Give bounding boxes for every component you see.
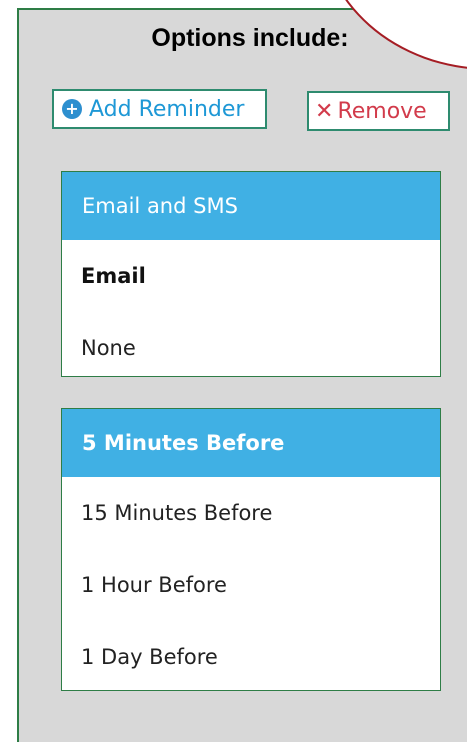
reminder-option-15-min[interactable]: 15 Minutes Before <box>62 477 440 549</box>
plus-circle-icon: + <box>62 99 82 119</box>
notification-option-none[interactable]: None <box>62 312 440 384</box>
x-icon: ✕ <box>315 98 334 124</box>
reminder-option-1-day[interactable]: 1 Day Before <box>62 621 440 693</box>
notification-option-email[interactable]: Email <box>62 240 440 312</box>
notification-option-selected[interactable]: Email and SMS <box>62 172 440 240</box>
reminder-option-selected[interactable]: 5 Minutes Before <box>62 409 440 477</box>
options-heading: Options include: <box>151 24 349 52</box>
remove-label: Remove <box>337 98 427 124</box>
notification-type-dropdown[interactable]: Email and SMS Email None <box>61 171 441 377</box>
add-reminder-button[interactable]: + Add Reminder <box>52 89 267 129</box>
remove-button[interactable]: ✕ Remove <box>307 91 450 131</box>
reminder-option-1-hour[interactable]: 1 Hour Before <box>62 549 440 621</box>
reminder-time-dropdown[interactable]: 5 Minutes Before 15 Minutes Before 1 Hou… <box>61 408 441 691</box>
add-reminder-label: Add Reminder <box>89 96 245 122</box>
screenshot-canvas: Options include: + Add Reminder ✕ Remove… <box>0 0 467 742</box>
